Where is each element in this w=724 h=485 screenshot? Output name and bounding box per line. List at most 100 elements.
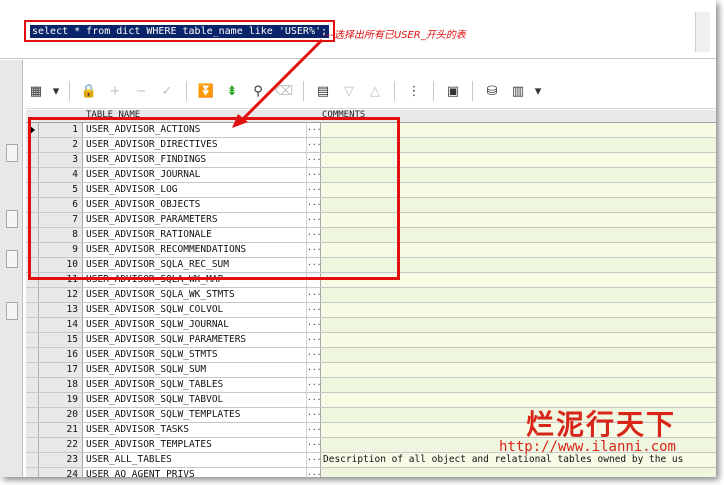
- row-indicator[interactable]: [26, 408, 39, 422]
- cell-comments[interactable]: [321, 273, 716, 287]
- table-row[interactable]: 12 USER_ADVISOR_SQLA_WK_STMTS ···: [26, 288, 716, 303]
- cell-table-name[interactable]: USER_AQ_AGENT_PRIVS: [83, 468, 307, 477]
- cell-table-name[interactable]: USER_ADVISOR_RECOMMENDATIONS: [83, 243, 307, 257]
- cell-table-name[interactable]: USER_ADVISOR_JOURNAL: [83, 168, 307, 182]
- table-row[interactable]: 10 USER_ADVISOR_SQLA_REC_SUM ···: [26, 258, 716, 273]
- cell-table-name[interactable]: USER_ADVISOR_SQLA_WK_MAP: [83, 273, 307, 287]
- table-row[interactable]: 24 USER_AQ_AGENT_PRIVS ···: [26, 468, 716, 477]
- table-row[interactable]: 13 USER_ADVISOR_SQLW_COLVOL ···: [26, 303, 716, 318]
- table-row[interactable]: 4 USER_ADVISOR_JOURNAL ···: [26, 168, 716, 183]
- cell-expand-button[interactable]: ···: [307, 243, 321, 257]
- tree-view-icon[interactable]: ⋮: [404, 81, 424, 101]
- cell-expand-button[interactable]: ···: [307, 363, 321, 377]
- gutter-button[interactable]: [6, 144, 18, 162]
- cell-comments[interactable]: [321, 198, 716, 212]
- row-indicator[interactable]: [26, 228, 39, 242]
- cell-comments[interactable]: [321, 168, 716, 182]
- cell-comments[interactable]: [321, 153, 716, 167]
- row-indicator[interactable]: [26, 138, 39, 152]
- cell-table-name[interactable]: USER_ADVISOR_SQLA_REC_SUM: [83, 258, 307, 272]
- row-indicator[interactable]: [26, 123, 39, 137]
- table-row[interactable]: 5 USER_ADVISOR_LOG ···: [26, 183, 716, 198]
- table-row[interactable]: 7 USER_ADVISOR_PARAMETERS ···: [26, 213, 716, 228]
- cell-table-name[interactable]: USER_ADVISOR_SQLW_PARAMETERS: [83, 333, 307, 347]
- row-indicator[interactable]: [26, 363, 39, 377]
- cell-expand-button[interactable]: ···: [307, 378, 321, 392]
- clear-icon[interactable]: ⌫: [274, 81, 294, 101]
- add-record-icon[interactable]: +: [105, 81, 125, 101]
- cell-expand-button[interactable]: ···: [307, 288, 321, 302]
- cell-comments[interactable]: [321, 303, 716, 317]
- cell-table-name[interactable]: USER_ADVISOR_SQLW_TEMPLATES: [83, 408, 307, 422]
- table-row[interactable]: 18 USER_ADVISOR_SQLW_TABLES ···: [26, 378, 716, 393]
- gutter-button[interactable]: [6, 302, 18, 320]
- cell-expand-button[interactable]: ···: [307, 273, 321, 287]
- table-row[interactable]: 16 USER_ADVISOR_SQLW_STMTS ···: [26, 348, 716, 363]
- row-indicator[interactable]: [26, 468, 39, 477]
- chart-dropdown-icon[interactable]: ▾: [534, 81, 542, 101]
- cell-expand-button[interactable]: ···: [307, 438, 321, 452]
- cell-table-name[interactable]: USER_ADVISOR_TEMPLATES: [83, 438, 307, 452]
- cell-table-name[interactable]: USER_ALL_TABLES: [83, 453, 307, 467]
- cell-comments[interactable]: [321, 258, 716, 272]
- cell-expand-button[interactable]: ···: [307, 318, 321, 332]
- row-indicator[interactable]: [26, 303, 39, 317]
- cell-comments[interactable]: [321, 243, 716, 257]
- cell-expand-button[interactable]: ···: [307, 153, 321, 167]
- column-header-comments[interactable]: COMMENTS: [322, 110, 365, 120]
- cell-expand-button[interactable]: ···: [307, 213, 321, 227]
- cell-table-name[interactable]: USER_ADVISOR_RATIONALE: [83, 228, 307, 242]
- cell-table-name[interactable]: USER_ADVISOR_SQLW_JOURNAL: [83, 318, 307, 332]
- cell-expand-button[interactable]: ···: [307, 393, 321, 407]
- fetch-last-icon[interactable]: ⇟: [222, 81, 242, 101]
- cell-comments[interactable]: [321, 348, 716, 362]
- filter-down-icon[interactable]: ▽: [339, 81, 359, 101]
- cell-expand-button[interactable]: ···: [307, 423, 321, 437]
- row-indicator[interactable]: [26, 393, 39, 407]
- row-indicator[interactable]: [26, 198, 39, 212]
- cell-table-name[interactable]: USER_ADVISOR_SQLW_TABLES: [83, 378, 307, 392]
- table-row[interactable]: 15 USER_ADVISOR_SQLW_PARAMETERS ···: [26, 333, 716, 348]
- row-indicator[interactable]: [26, 258, 39, 272]
- cell-expand-button[interactable]: ···: [307, 138, 321, 152]
- cell-table-name[interactable]: USER_ADVISOR_TASKS: [83, 423, 307, 437]
- dropdown-arrow-icon[interactable]: ▾: [52, 81, 60, 101]
- table-row[interactable]: 14 USER_ADVISOR_SQLW_JOURNAL ···: [26, 318, 716, 333]
- filter-up-icon[interactable]: △: [365, 81, 385, 101]
- row-indicator[interactable]: [26, 423, 39, 437]
- row-indicator[interactable]: [26, 288, 39, 302]
- cell-table-name[interactable]: USER_ADVISOR_OBJECTS: [83, 198, 307, 212]
- cell-table-name[interactable]: USER_ADVISOR_SQLA_WK_STMTS: [83, 288, 307, 302]
- delete-record-icon[interactable]: −: [131, 81, 151, 101]
- chart-icon[interactable]: ▥: [508, 81, 528, 101]
- row-indicator[interactable]: [26, 213, 39, 227]
- cell-table-name[interactable]: USER_ADVISOR_SQLW_SUM: [83, 363, 307, 377]
- cell-comments[interactable]: [321, 363, 716, 377]
- cell-table-name[interactable]: USER_ADVISOR_DIRECTIVES: [83, 138, 307, 152]
- gutter-button[interactable]: [6, 210, 18, 228]
- table-row[interactable]: 3 USER_ADVISOR_FINDINGS ···: [26, 153, 716, 168]
- cell-expand-button[interactable]: ···: [307, 198, 321, 212]
- cell-table-name[interactable]: USER_ADVISOR_ACTIONS: [83, 123, 307, 137]
- cell-table-name[interactable]: USER_ADVISOR_PARAMETERS: [83, 213, 307, 227]
- lock-icon[interactable]: 🔒: [79, 81, 99, 101]
- find-icon[interactable]: ⚲: [248, 81, 268, 101]
- row-indicator[interactable]: [26, 333, 39, 347]
- table-row[interactable]: 11 USER_ADVISOR_SQLA_WK_MAP ···: [26, 273, 716, 288]
- cell-expand-button[interactable]: ···: [307, 408, 321, 422]
- save-icon[interactable]: ▣: [443, 81, 463, 101]
- editor-scrollbar[interactable]: [695, 12, 710, 52]
- table-row[interactable]: 9 USER_ADVISOR_RECOMMENDATIONS ···: [26, 243, 716, 258]
- cell-comments[interactable]: [321, 123, 716, 137]
- cell-expand-button[interactable]: ···: [307, 468, 321, 477]
- cell-comments[interactable]: [321, 288, 716, 302]
- cell-comments[interactable]: [321, 213, 716, 227]
- cell-comments[interactable]: [321, 183, 716, 197]
- cell-table-name[interactable]: USER_ADVISOR_LOG: [83, 183, 307, 197]
- table-row[interactable]: 2 USER_ADVISOR_DIRECTIVES ···: [26, 138, 716, 153]
- sql-editor[interactable]: select * from dict WHERE table_name like…: [0, 0, 716, 59]
- row-indicator[interactable]: [26, 243, 39, 257]
- fetch-next-icon[interactable]: ⏬: [196, 81, 216, 101]
- row-indicator[interactable]: [26, 153, 39, 167]
- cell-expand-button[interactable]: ···: [307, 228, 321, 242]
